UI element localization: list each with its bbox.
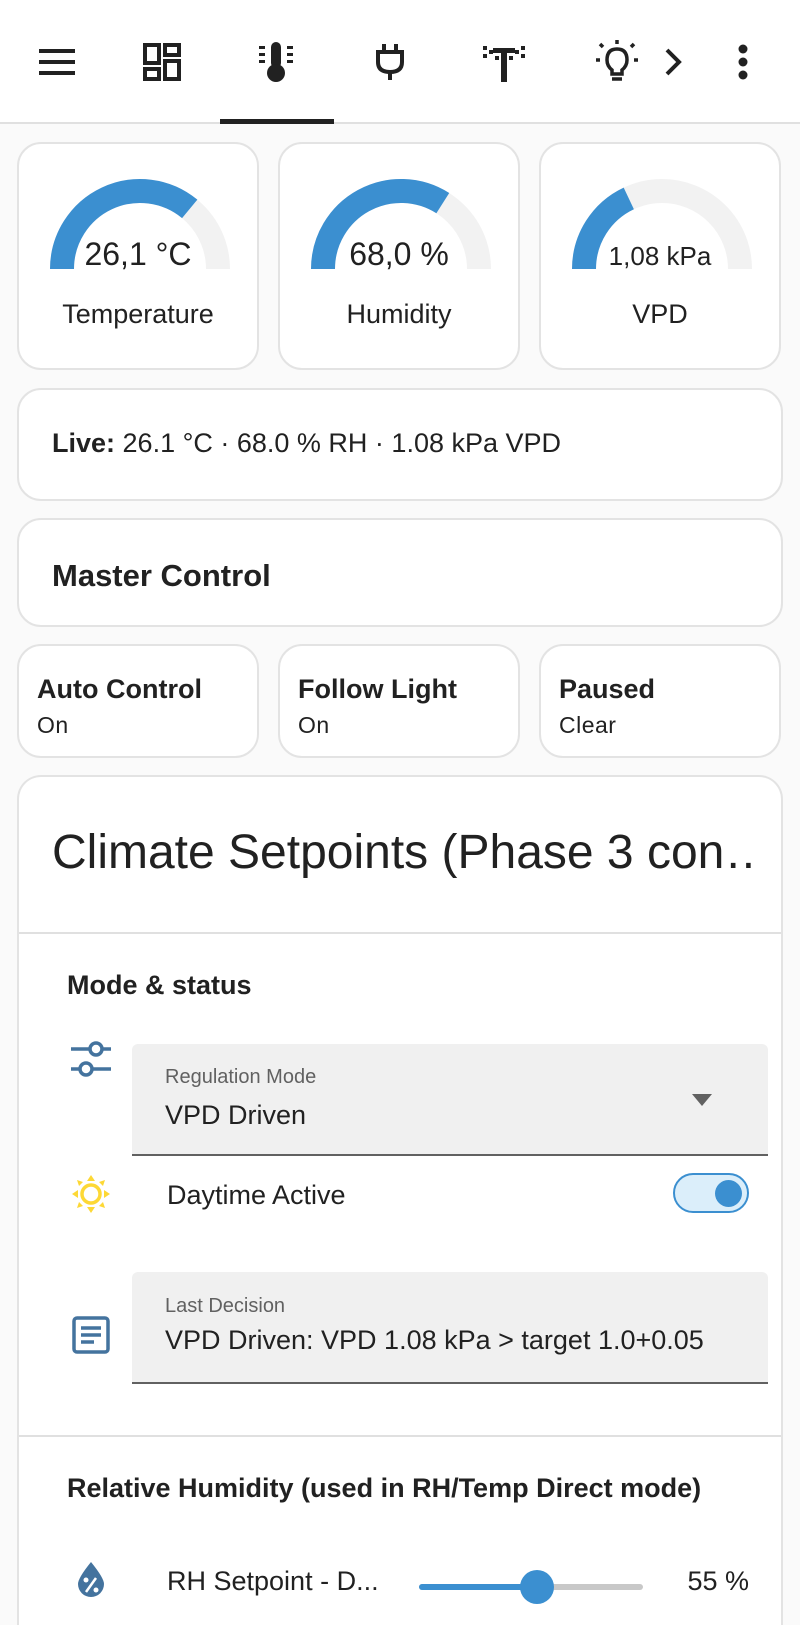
toggle-name: Follow Light: [298, 674, 457, 704]
rh-setpoint-value: 55 %: [687, 1566, 749, 1596]
dashboard-icon[interactable]: [130, 0, 194, 124]
active-tab-indicator: [220, 119, 334, 124]
master-control-title: Master Control: [52, 558, 271, 593]
gauge-value: 68,0 %: [349, 236, 449, 272]
card-title: Climate Setpoints (Phase 3 con…: [52, 826, 752, 879]
field-value: VPD Driven: VPD 1.08 kPa > target 1.0+0.…: [165, 1325, 704, 1355]
top-app-bar: [0, 0, 800, 124]
gauge-card-temperature[interactable]: 26,1 °C Temperature: [17, 142, 259, 370]
rh-setpoint-label: RH Setpoint - D...: [167, 1566, 379, 1596]
divider: [19, 932, 781, 934]
text-box-icon: [72, 1316, 110, 1359]
field-value: VPD Driven: [165, 1100, 307, 1130]
gauge-label: Temperature: [62, 299, 214, 329]
water-percent-icon: [76, 1560, 106, 1603]
gauge-label: VPD: [632, 299, 688, 329]
more-vert-icon[interactable]: [718, 0, 768, 124]
tune-icon: [69, 1039, 113, 1084]
chevron-right-icon[interactable]: [655, 0, 691, 124]
gauge-card-vpd[interactable]: 1,08 kPa VPD: [539, 142, 781, 370]
field-label: Regulation Mode: [165, 1066, 317, 1088]
gauge-label: Humidity: [346, 299, 452, 329]
daytime-active-label: Daytime Active: [167, 1180, 346, 1210]
follow-light-button[interactable]: Follow Light On: [278, 644, 520, 758]
climate-setpoints-card: Climate Setpoints (Phase 3 con… Mode & s…: [17, 775, 783, 1625]
field-label: Last Decision: [165, 1295, 286, 1317]
toggle-state: Clear: [559, 712, 617, 738]
section-title-mode: Mode & status: [67, 970, 252, 1000]
section-title-rh: Relative Humidity (used in RH/Temp Direc…: [67, 1473, 702, 1503]
live-prefix: Live:: [52, 428, 116, 458]
gauge-card-humidity[interactable]: 68,0 % Humidity: [278, 142, 520, 370]
thermometer-icon[interactable]: [245, 0, 309, 124]
toggle-state: On: [37, 712, 69, 738]
live-readout-card: Live: 26.1 °C · 68.0 % RH · 1.08 kPa VPD: [17, 388, 783, 501]
slider-fill: [419, 1584, 531, 1590]
rh-setpoint-slider[interactable]: [419, 1570, 643, 1604]
power-plug-icon[interactable]: [358, 0, 422, 124]
lightbulb-icon[interactable]: [585, 0, 649, 124]
gauge-value: 1,08 kPa: [608, 241, 712, 271]
daytime-active-switch[interactable]: [673, 1173, 749, 1213]
switch-knob: [715, 1180, 742, 1207]
live-readout: Live: 26.1 °C · 68.0 % RH · 1.08 kPa VPD: [52, 428, 561, 459]
gauge-value: 26,1 °C: [84, 236, 192, 272]
menu-icon[interactable]: [25, 0, 89, 124]
divider: [19, 1435, 781, 1437]
last-decision-field: Last Decision VPD Driven: VPD 1.08 kPa >…: [132, 1272, 768, 1384]
sprinkler-icon[interactable]: [472, 0, 536, 124]
live-values: 26.1 °C · 68.0 % RH · 1.08 kPa VPD: [115, 428, 562, 458]
slider-thumb[interactable]: [520, 1570, 554, 1604]
toggle-name: Auto Control: [37, 674, 202, 704]
toggle-name: Paused: [559, 674, 656, 704]
sun-icon: [71, 1174, 111, 1219]
paused-button[interactable]: Paused Clear: [539, 644, 781, 758]
master-control-card: Master Control: [17, 518, 783, 627]
dropdown-arrow-icon: [692, 1094, 712, 1106]
regulation-mode-select[interactable]: Regulation Mode VPD Driven: [132, 1044, 768, 1156]
auto-control-button[interactable]: Auto Control On: [17, 644, 259, 758]
toggle-state: On: [298, 712, 330, 738]
